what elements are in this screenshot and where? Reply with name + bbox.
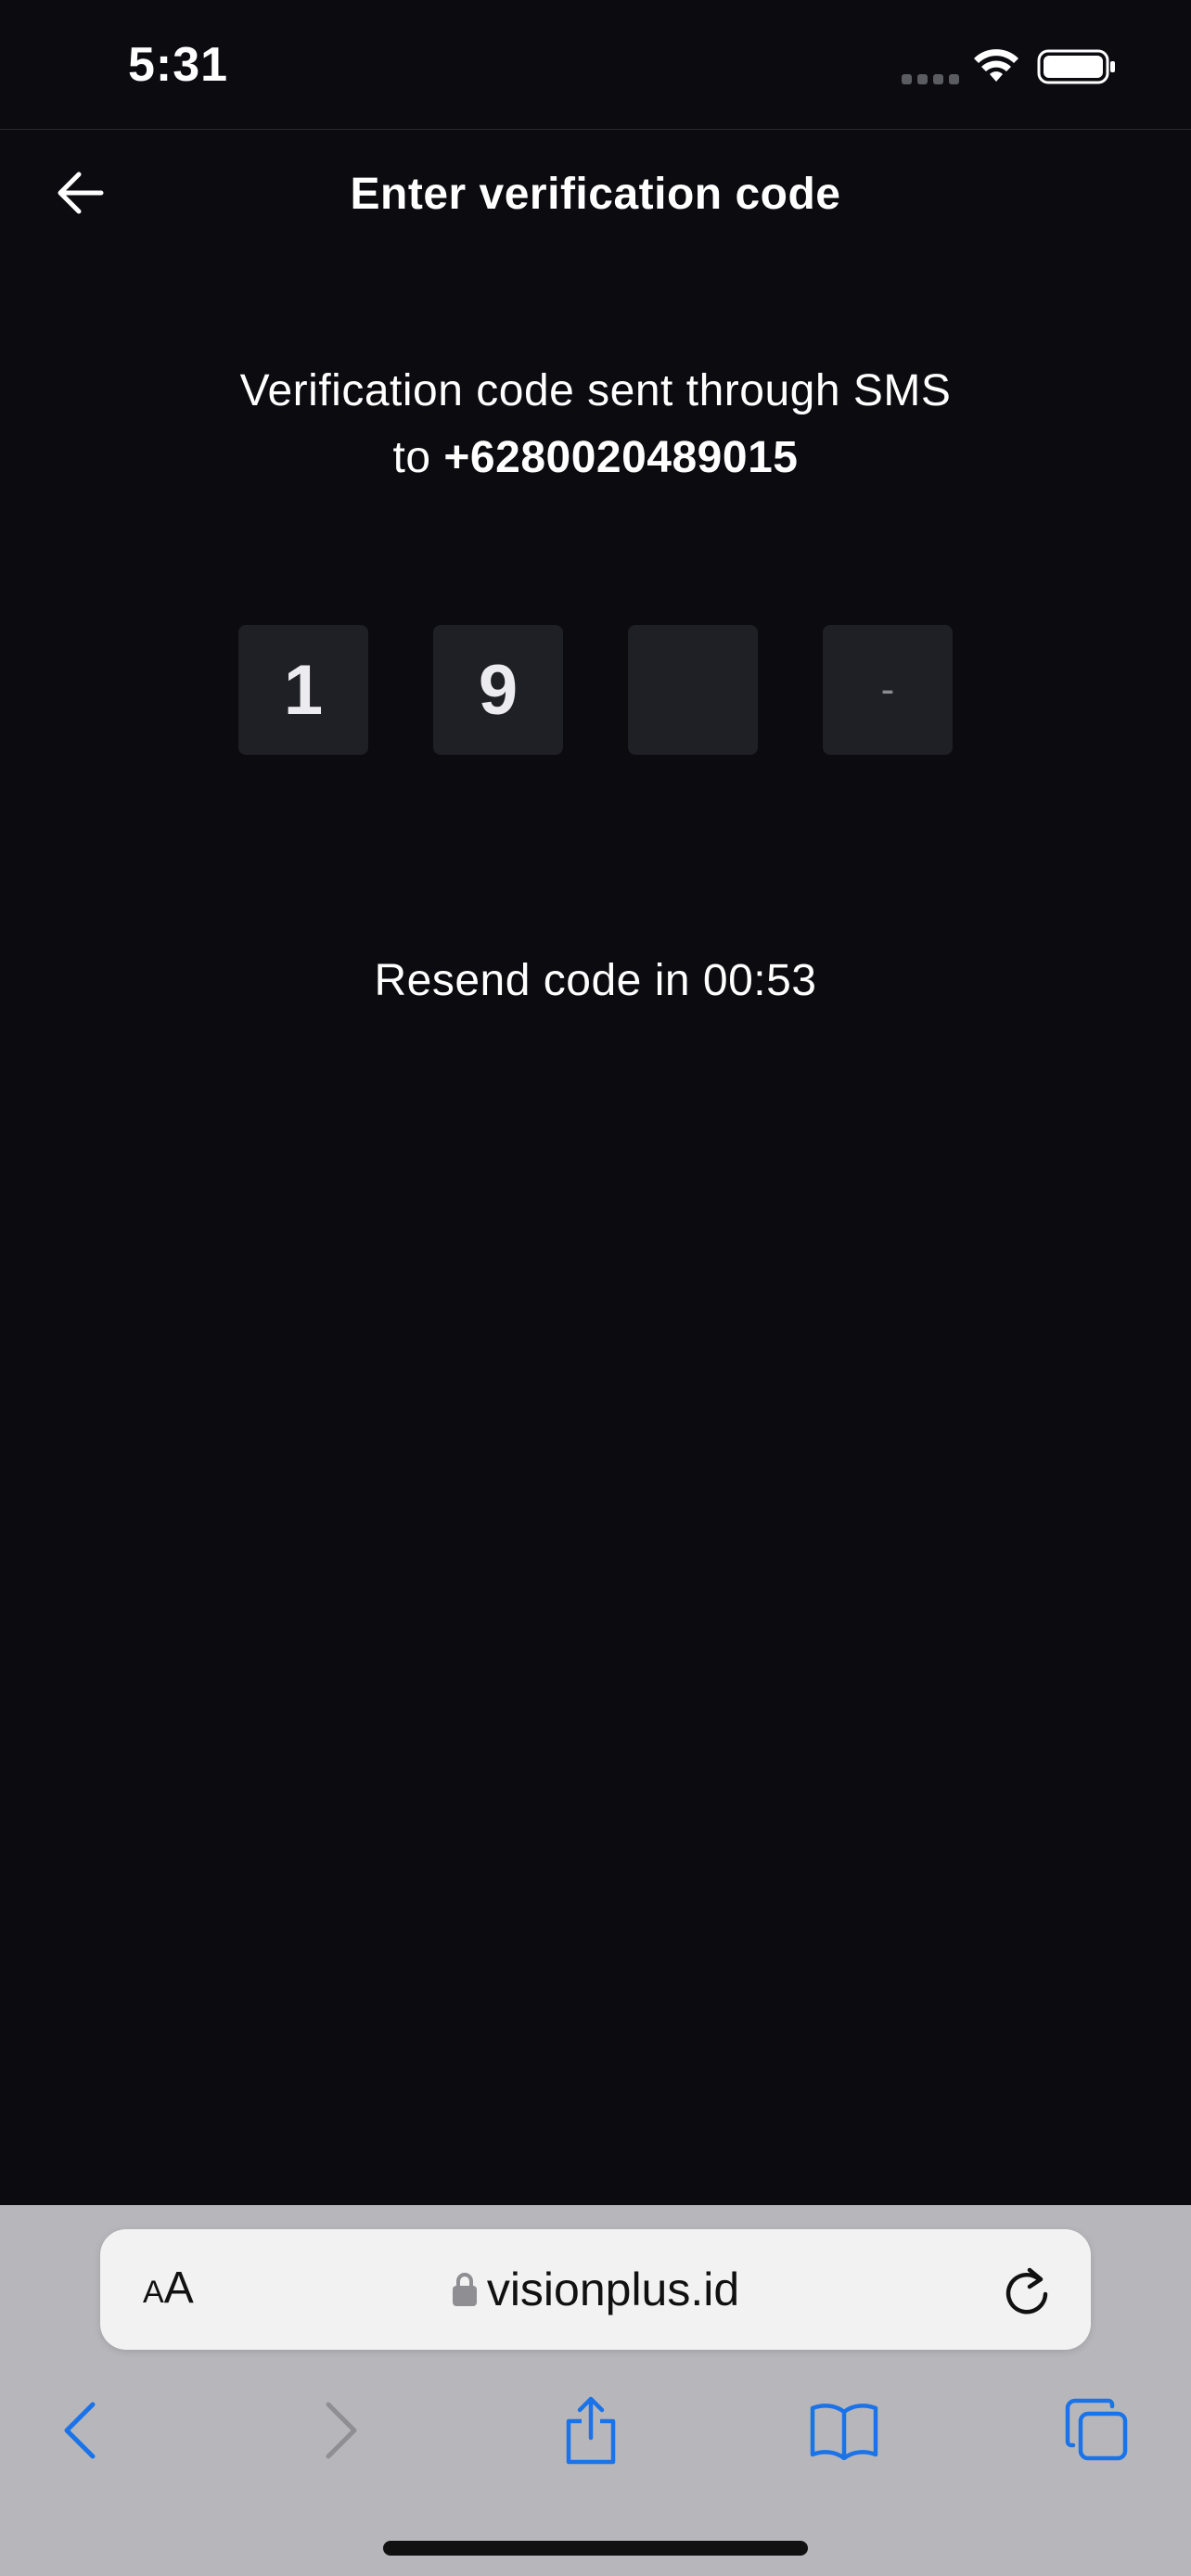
- verification-instruction: Verification code sent through SMS to +6…: [0, 358, 1191, 491]
- chevron-left-icon: [64, 2402, 96, 2459]
- browser-chrome: A A visionplus.id: [0, 2205, 1191, 2576]
- status-time: 5:31: [128, 38, 229, 92]
- otp-input-group: 1 9 -: [238, 625, 953, 755]
- tabs-icon: [1065, 2398, 1128, 2461]
- browser-forward-button[interactable]: [289, 2379, 391, 2481]
- status-bar: 5:31: [0, 0, 1191, 130]
- wifi-icon: [974, 49, 1018, 82]
- share-button[interactable]: [540, 2379, 642, 2481]
- resend-countdown: Resend code in 00:53: [374, 956, 817, 1005]
- otp-digit-2[interactable]: 9: [433, 625, 563, 755]
- lock-icon: [452, 2273, 477, 2306]
- app-header: Enter verification code: [0, 130, 1191, 260]
- bookmarks-button[interactable]: [793, 2379, 895, 2481]
- page-title: Enter verification code: [350, 170, 841, 219]
- instruction-line-2: to +6280020489015: [0, 425, 1191, 491]
- cellular-signal-icon: [902, 74, 959, 84]
- otp-digit-3[interactable]: [628, 625, 758, 755]
- browser-back-button[interactable]: [30, 2379, 132, 2481]
- phone-number: +6280020489015: [443, 433, 799, 482]
- tabs-button[interactable]: [1046, 2379, 1148, 2481]
- address-bar[interactable]: A A visionplus.id: [100, 2229, 1091, 2350]
- url-text: visionplus.id: [486, 2264, 740, 2315]
- otp-digit-4[interactable]: -: [823, 625, 953, 755]
- reload-icon[interactable]: [1002, 2263, 1054, 2318]
- share-icon: [566, 2396, 616, 2465]
- chevron-right-icon: [326, 2402, 357, 2459]
- home-indicator: [383, 2541, 808, 2556]
- book-icon: [810, 2404, 878, 2460]
- battery-icon: [1037, 49, 1115, 84]
- url-display: visionplus.id: [100, 2229, 1091, 2350]
- instruction-line-1: Verification code sent through SMS: [239, 366, 952, 415]
- browser-toolbar: [0, 2379, 1191, 2481]
- otp-digit-1[interactable]: 1: [238, 625, 368, 755]
- instruction-to-prefix: to: [392, 433, 431, 482]
